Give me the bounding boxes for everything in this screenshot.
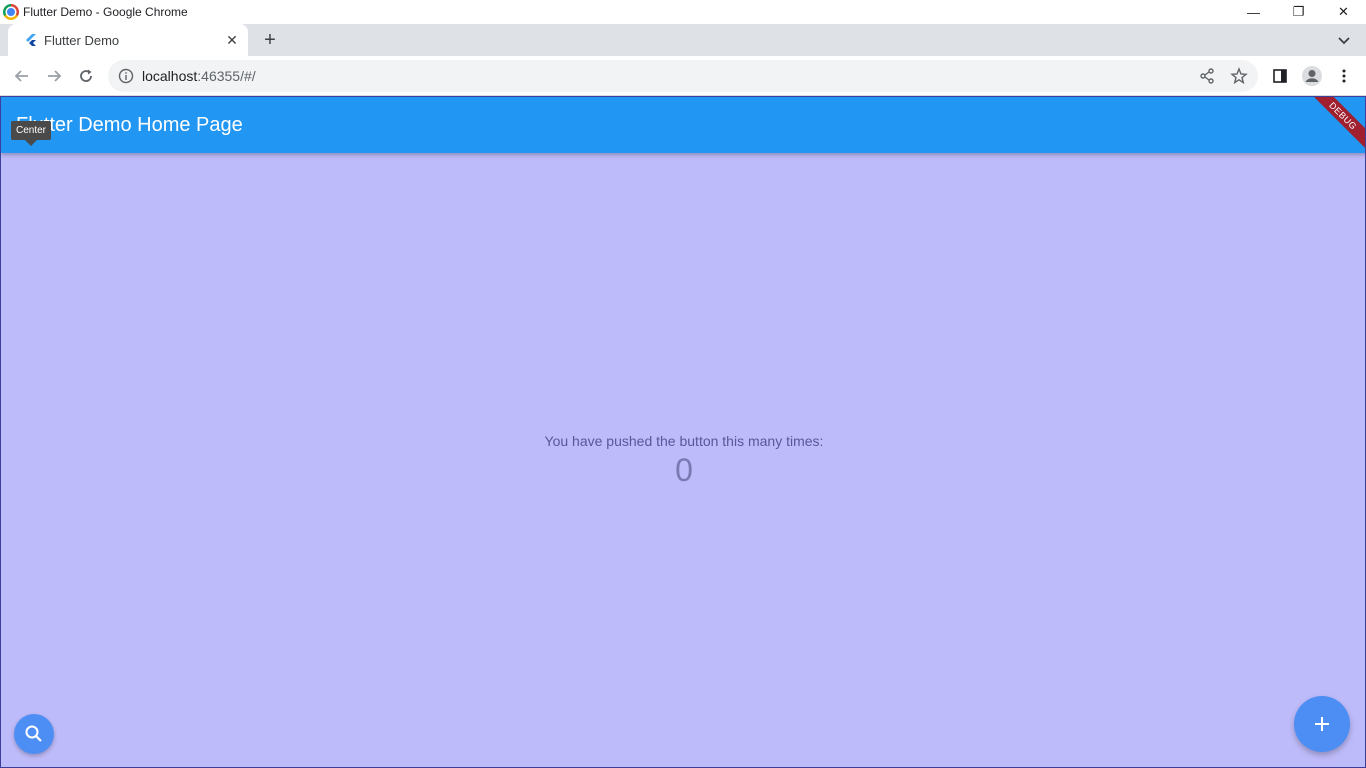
window-title: Flutter Demo - Google Chrome — [23, 5, 188, 19]
url-host: localhost — [142, 68, 198, 84]
search-icon — [25, 725, 42, 742]
forward-button[interactable] — [40, 62, 68, 90]
minimize-button[interactable]: — — [1231, 0, 1276, 24]
counter-value: 0 — [675, 452, 693, 488]
tab-strip: Flutter Demo ✕ + — [0, 24, 1366, 56]
kebab-menu-icon — [1342, 69, 1346, 83]
profile-button[interactable] — [1298, 62, 1326, 90]
restore-button[interactable]: ❐ — [1276, 0, 1321, 24]
url-text[interactable]: localhost:46355/#/ — [142, 68, 256, 84]
site-info-icon[interactable] — [118, 68, 134, 84]
window-controls: — ❐ ✕ — [1231, 0, 1366, 24]
star-icon[interactable] — [1230, 67, 1248, 85]
app-bar: Flutter Demo Home Page DEBUG — [1, 97, 1365, 157]
search-fab-button[interactable] — [14, 714, 54, 754]
url-path: :46355/#/ — [197, 68, 256, 84]
tab-close-button[interactable]: ✕ — [224, 32, 240, 48]
side-panel-icon — [1273, 69, 1287, 83]
back-arrow-icon — [14, 70, 28, 82]
address-bar[interactable]: localhost:46355/#/ — [108, 60, 1258, 92]
chrome-logo-icon — [3, 4, 19, 20]
tab-search-button[interactable] — [1334, 30, 1354, 50]
side-panel-button[interactable] — [1266, 62, 1294, 90]
reload-button[interactable] — [72, 62, 100, 90]
counter-label: You have pushed the button this many tim… — [544, 433, 824, 449]
tab-flutter-demo[interactable]: Flutter Demo ✕ — [8, 24, 248, 56]
reload-icon — [80, 69, 92, 82]
browser-toolbar: localhost:46355/#/ — [0, 56, 1366, 96]
tooltip: Center — [11, 121, 52, 146]
new-tab-button[interactable]: + — [258, 28, 282, 52]
chevron-down-icon — [1338, 37, 1350, 45]
app-viewport: Flutter Demo Home Page DEBUG Center You … — [0, 96, 1366, 768]
profile-icon — [1302, 66, 1322, 86]
chrome-menu-button[interactable] — [1330, 62, 1358, 90]
add-icon — [1315, 717, 1329, 731]
close-window-button[interactable]: ✕ — [1321, 0, 1366, 24]
increment-fab-button[interactable] — [1294, 696, 1350, 752]
flutter-logo-icon — [26, 34, 36, 46]
window-titlebar: Flutter Demo - Google Chrome — ❐ ✕ — [0, 0, 1366, 24]
tab-title: Flutter Demo — [44, 33, 120, 48]
forward-arrow-icon — [48, 70, 62, 82]
back-button[interactable] — [8, 62, 36, 90]
debug-banner: DEBUG — [1302, 97, 1365, 157]
share-icon[interactable] — [1198, 67, 1216, 85]
